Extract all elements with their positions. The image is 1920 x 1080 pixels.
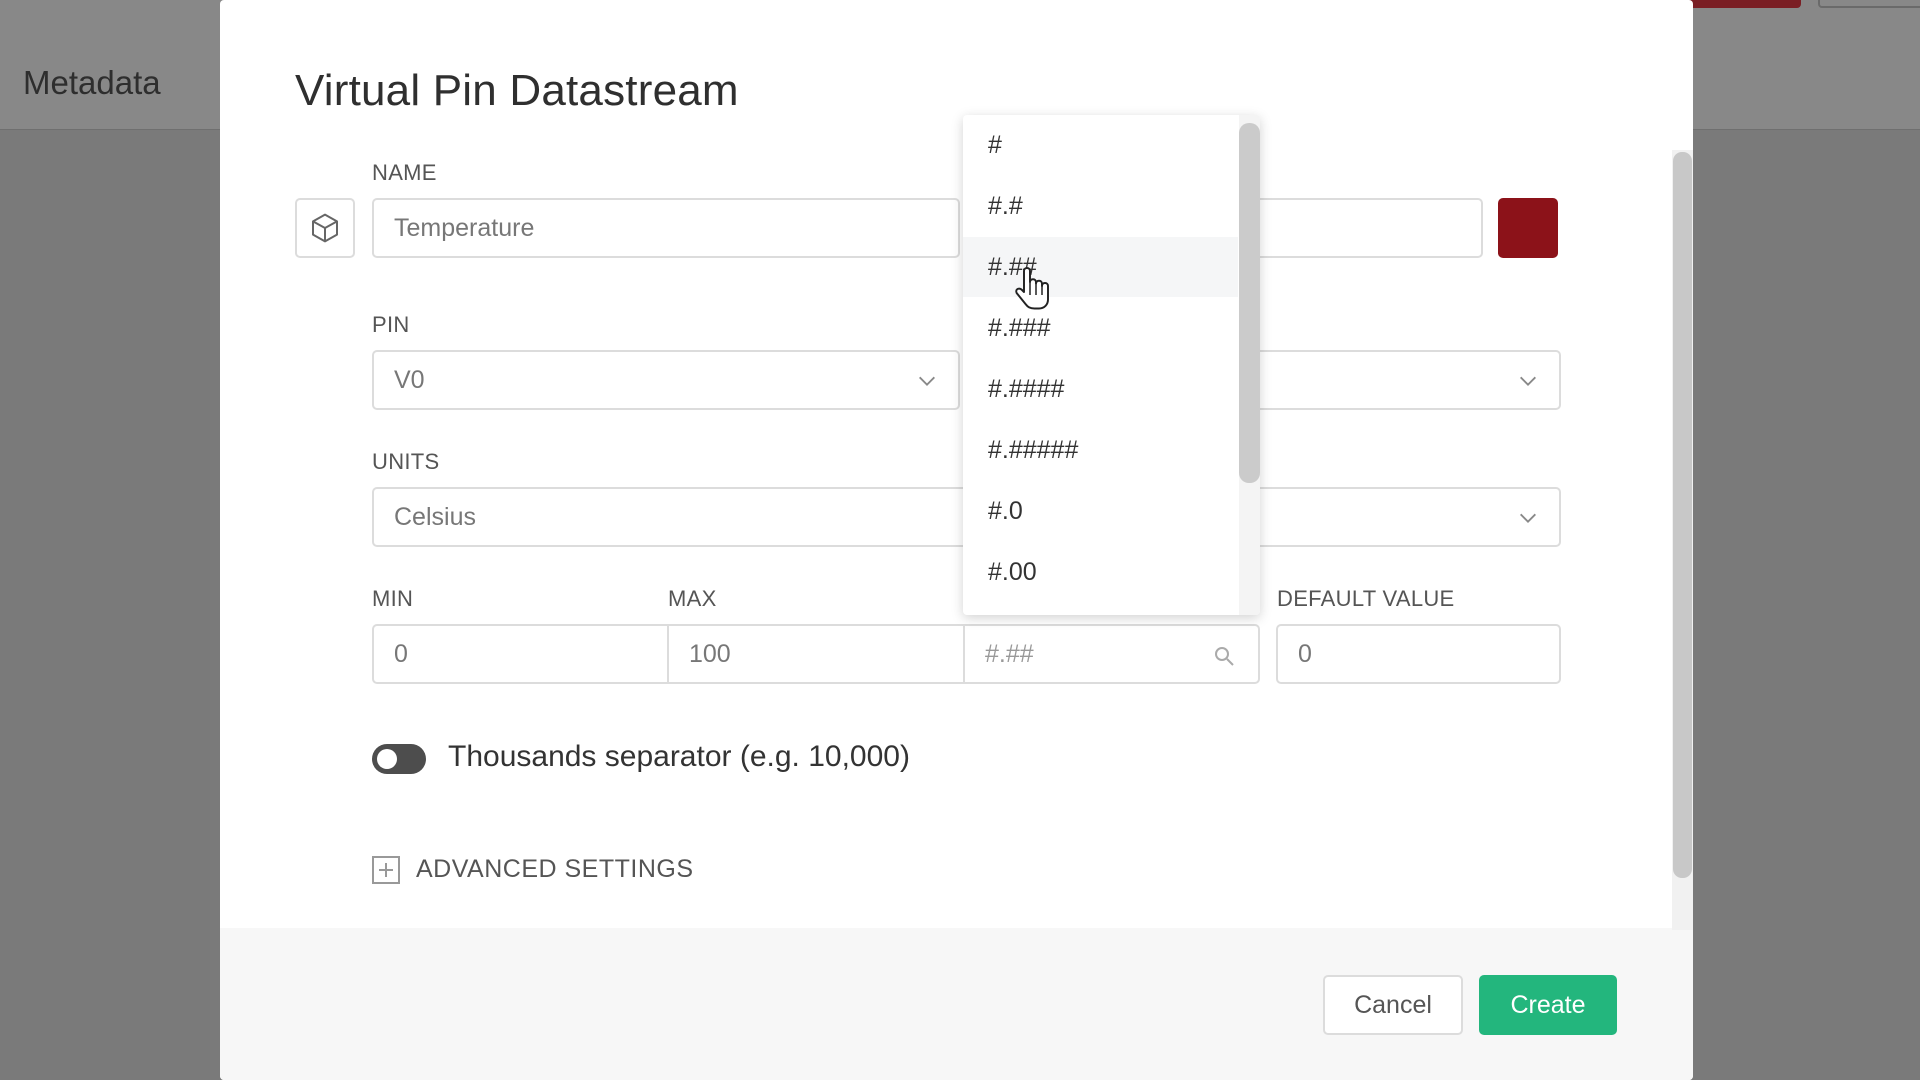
decimals-select[interactable]: #.## xyxy=(963,624,1260,684)
modal-footer xyxy=(220,928,1693,1080)
metadata-tab: Metadata xyxy=(23,64,161,101)
dropdown-option[interactable]: #.# xyxy=(963,176,1238,236)
dropdown-option-hovered[interactable]: #.## xyxy=(963,237,1238,297)
advanced-settings-label: ADVANCED SETTINGS xyxy=(416,855,694,883)
dropdown-option[interactable]: #.##### xyxy=(963,420,1238,480)
cancel-button[interactable]: Cancel xyxy=(1323,975,1463,1035)
units-select-value: Celsius xyxy=(394,502,476,531)
advanced-settings-toggle[interactable]: ADVANCED SETTINGS xyxy=(372,855,694,884)
thousands-separator-label: Thousands separator (e.g. 10,000) xyxy=(448,740,910,773)
pin-select-value: V0 xyxy=(394,365,425,394)
hand-cursor-icon xyxy=(1015,267,1049,310)
chevron-down-icon xyxy=(919,376,935,386)
dropdown-option[interactable]: #.00 xyxy=(963,542,1238,602)
min-input[interactable]: 0 xyxy=(372,624,669,684)
cube-icon xyxy=(312,213,338,243)
max-label: MAX xyxy=(668,586,717,611)
chevron-down-icon xyxy=(1520,376,1536,386)
datastream-modal: Virtual Pin Datastream NAME Temperature … xyxy=(220,0,1693,1080)
datastream-icon-button[interactable] xyxy=(295,198,355,258)
dropdown-option[interactable]: # xyxy=(963,115,1238,175)
default-value-input-value: 0 xyxy=(1298,639,1312,668)
pin-select[interactable]: V0 xyxy=(372,350,960,410)
pin-label: PIN xyxy=(372,312,410,337)
search-icon xyxy=(1215,647,1234,666)
modal-title: Virtual Pin Datastream xyxy=(295,66,739,115)
min-input-value: 0 xyxy=(394,639,408,668)
name-input[interactable]: Temperature xyxy=(372,198,960,258)
min-label: MIN xyxy=(372,586,414,611)
modal-scrollbar-thumb[interactable] xyxy=(1673,152,1692,878)
data-type-select[interactable] xyxy=(1220,350,1561,410)
dropdown-option[interactable]: #.### xyxy=(963,298,1238,358)
dropdown-option[interactable]: #.0 xyxy=(963,481,1238,541)
units-label: UNITS xyxy=(372,449,440,474)
dropdown-option[interactable]: #.#### xyxy=(963,359,1238,419)
default-value-input[interactable]: 0 xyxy=(1276,624,1561,684)
plus-square-icon xyxy=(372,855,400,884)
dropdown-scrollbar-thumb[interactable] xyxy=(1239,123,1260,483)
chevron-down-icon xyxy=(1520,513,1536,523)
default-value-label: DEFAULT VALUE xyxy=(1277,586,1455,611)
background-secondary-button xyxy=(1818,0,1920,8)
max-input[interactable]: 100 xyxy=(667,624,965,684)
color-picker-swatch[interactable] xyxy=(1498,198,1558,258)
name-input-value: Temperature xyxy=(394,213,535,242)
decimals-select-value: #.## xyxy=(985,639,1034,668)
name-label: NAME xyxy=(372,160,437,185)
thousands-separator-toggle[interactable] xyxy=(372,744,426,774)
max-input-value: 100 xyxy=(689,639,731,668)
decimals-dropdown: # #.# #.## #.### #.#### #.##### #.0 #.00 xyxy=(963,115,1260,615)
create-button[interactable]: Create xyxy=(1479,975,1617,1035)
toggle-knob xyxy=(377,749,397,769)
